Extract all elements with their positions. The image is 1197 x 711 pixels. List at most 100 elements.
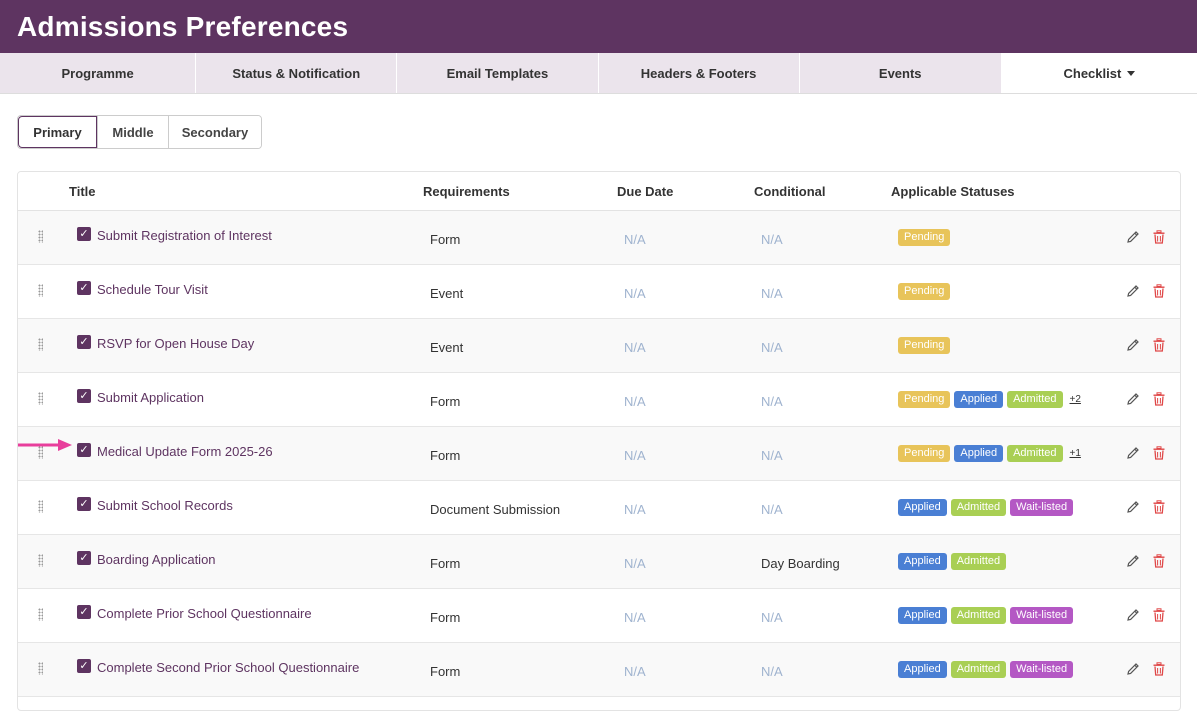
item-title: Schedule Tour Visit bbox=[97, 282, 208, 297]
table-row: ✓ Submit School Records Document Submissio… bbox=[18, 481, 1180, 535]
column-title: Title bbox=[69, 184, 96, 199]
row-checkbox[interactable]: ✓ bbox=[77, 335, 91, 349]
edit-pencil-icon[interactable] bbox=[1125, 445, 1141, 461]
item-requirements: Form bbox=[430, 394, 461, 409]
status-badges: Applied Admitted Wait-listed bbox=[898, 661, 1077, 678]
status-badge: Applied bbox=[898, 661, 947, 678]
item-due-date: N/A bbox=[624, 232, 646, 247]
row-checkbox[interactable]: ✓ bbox=[77, 227, 91, 241]
tab-bar: Programme Status & Notification Email Te… bbox=[0, 53, 1197, 94]
tab-status-notification[interactable]: Status & Notification bbox=[196, 53, 398, 93]
edit-pencil-icon[interactable] bbox=[1125, 229, 1141, 245]
item-title: Submit School Records bbox=[97, 498, 233, 513]
drag-handle-icon[interactable] bbox=[38, 338, 43, 351]
edit-pencil-icon[interactable] bbox=[1125, 391, 1141, 407]
item-due-date: N/A bbox=[624, 286, 646, 301]
drag-handle-icon[interactable] bbox=[38, 392, 43, 405]
item-due-date: N/A bbox=[624, 610, 646, 625]
delete-trash-icon[interactable] bbox=[1151, 553, 1167, 569]
status-badge: Applied bbox=[954, 445, 1004, 462]
drag-handle-icon[interactable] bbox=[38, 230, 43, 243]
item-due-date: N/A bbox=[624, 664, 646, 679]
edit-pencil-icon[interactable] bbox=[1125, 499, 1141, 515]
delete-trash-icon[interactable] bbox=[1151, 229, 1167, 245]
item-title: RSVP for Open House Day bbox=[97, 336, 255, 351]
status-badge: Pending bbox=[898, 391, 951, 408]
row-checkbox[interactable]: ✓ bbox=[77, 605, 91, 619]
item-due-date: N/A bbox=[624, 448, 646, 463]
status-badge: Admitted bbox=[950, 607, 1007, 624]
status-badges: Pending bbox=[898, 337, 954, 354]
status-badge: Wait-listed bbox=[1010, 499, 1074, 516]
status-badge: Pending bbox=[898, 229, 951, 246]
drag-handle-icon[interactable] bbox=[38, 608, 43, 621]
delete-trash-icon[interactable] bbox=[1151, 661, 1167, 677]
row-checkbox[interactable]: ✓ bbox=[77, 281, 91, 295]
delete-trash-icon[interactable] bbox=[1151, 337, 1167, 353]
drag-handle-icon[interactable] bbox=[38, 284, 43, 297]
segment-primary[interactable]: Primary bbox=[18, 116, 97, 148]
edit-pencil-icon[interactable] bbox=[1125, 661, 1141, 677]
edit-pencil-icon[interactable] bbox=[1125, 553, 1141, 569]
table-row: ✓ Schedule Tour Visit Event N/A N/A Pending bbox=[18, 265, 1180, 319]
column-due-date: Due Date bbox=[617, 184, 674, 199]
more-statuses-link[interactable]: +2 bbox=[1070, 394, 1081, 405]
segment-middle[interactable]: Middle bbox=[97, 116, 168, 148]
status-badges: Applied Admitted bbox=[898, 553, 1010, 570]
tab-checklist[interactable]: Checklist bbox=[1001, 53, 1197, 93]
item-conditional: N/A bbox=[761, 664, 783, 679]
tab-events[interactable]: Events bbox=[800, 53, 1002, 93]
delete-trash-icon[interactable] bbox=[1151, 499, 1167, 515]
item-requirements: Form bbox=[430, 448, 461, 463]
app-header: Admissions Preferences bbox=[0, 0, 1197, 53]
more-statuses-link[interactable]: +1 bbox=[1070, 448, 1081, 459]
page-title: Admissions Preferences bbox=[17, 10, 349, 42]
tab-headers-footers[interactable]: Headers & Footers bbox=[599, 53, 800, 93]
drag-handle-icon[interactable] bbox=[38, 554, 43, 567]
status-badge: Admitted bbox=[950, 553, 1007, 570]
row-checkbox[interactable]: ✓ bbox=[77, 497, 91, 511]
item-conditional: N/A bbox=[761, 394, 783, 409]
row-checkbox[interactable]: ✓ bbox=[77, 551, 91, 565]
status-badge: Applied bbox=[898, 499, 947, 516]
item-due-date: N/A bbox=[624, 340, 646, 355]
row-checkbox[interactable]: ✓ bbox=[77, 443, 91, 457]
delete-trash-icon[interactable] bbox=[1151, 391, 1167, 407]
delete-trash-icon[interactable] bbox=[1151, 445, 1167, 461]
row-checkbox[interactable]: ✓ bbox=[77, 389, 91, 403]
drag-handle-icon[interactable] bbox=[38, 662, 43, 675]
status-badge: Admitted bbox=[950, 661, 1007, 678]
row-checkbox[interactable]: ✓ bbox=[77, 659, 91, 673]
item-requirements: Form bbox=[430, 232, 461, 247]
drag-handle-icon[interactable] bbox=[38, 500, 43, 513]
status-badge: Wait-listed bbox=[1010, 607, 1074, 624]
delete-trash-icon[interactable] bbox=[1151, 607, 1167, 623]
delete-trash-icon[interactable] bbox=[1151, 283, 1167, 299]
status-badge: Applied bbox=[954, 391, 1004, 408]
edit-pencil-icon[interactable] bbox=[1125, 283, 1141, 299]
edit-pencil-icon[interactable] bbox=[1125, 607, 1141, 623]
item-conditional: N/A bbox=[761, 448, 783, 463]
item-due-date: N/A bbox=[624, 394, 646, 409]
column-conditional: Conditional bbox=[754, 184, 826, 199]
tab-programme[interactable]: Programme bbox=[0, 53, 197, 93]
checklist-table: Title Requirements Due Date Conditional … bbox=[17, 171, 1181, 711]
table-row: ✓ Submit Registration of Interest Form N/A N… bbox=[18, 211, 1180, 265]
status-badge: Admitted bbox=[1007, 445, 1063, 462]
segment-secondary[interactable]: Secondary bbox=[168, 116, 261, 148]
table-row: ✓ Complete Second Prior School Questionna… bbox=[18, 643, 1180, 697]
item-conditional: Day Boarding bbox=[761, 556, 840, 571]
status-badge: Wait-listed bbox=[1010, 661, 1074, 678]
tab-email-templates[interactable]: Email Templates bbox=[397, 53, 599, 93]
item-requirements: Form bbox=[430, 664, 461, 679]
item-requirements: Form bbox=[430, 556, 461, 571]
table-row: ✓ RSVP for Open House Day Event N/A N/A Pendi… bbox=[18, 319, 1180, 373]
item-conditional: N/A bbox=[761, 286, 783, 301]
table-row: ✓ Submit Application Form N/A N/A Pending Appl… bbox=[18, 373, 1180, 427]
item-requirements: Document Submission bbox=[430, 502, 561, 517]
edit-pencil-icon[interactable] bbox=[1125, 337, 1141, 353]
table-row: ✓ Complete Prior School Questionnaire Form… bbox=[18, 589, 1180, 643]
item-title: Boarding Application bbox=[97, 552, 216, 567]
item-conditional: N/A bbox=[761, 610, 783, 625]
school-level-selector: Primary Middle Secondary bbox=[17, 115, 262, 149]
